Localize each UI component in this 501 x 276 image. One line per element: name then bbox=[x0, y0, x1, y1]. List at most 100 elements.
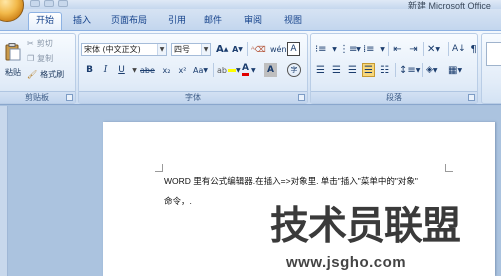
highlight-button[interactable]: ab ▼ bbox=[216, 63, 242, 77]
line-spacing-icon: ↕≡ bbox=[399, 64, 416, 76]
shading-button[interactable]: ◈ ▼ bbox=[425, 63, 439, 77]
chevron-down-icon: ▼ bbox=[201, 44, 210, 55]
bullets-button[interactable]: ⁝≡ bbox=[314, 42, 328, 56]
chinese-layout-button[interactable]: ✕ ▼ bbox=[426, 42, 441, 56]
vertical-ruler bbox=[0, 106, 8, 276]
copy-button[interactable]: ❐ 复制 bbox=[27, 52, 53, 65]
bold-button[interactable]: B bbox=[83, 63, 96, 77]
divider bbox=[422, 63, 423, 77]
document-page[interactable]: WORD 里有公式编辑器.在插入=>对象里. 单击"插入"菜单中的"对象" 命令… bbox=[103, 122, 495, 276]
bullet-list-icon: ⁝≡ bbox=[315, 43, 327, 55]
chevron-down-icon: ▼ bbox=[380, 45, 385, 53]
watermark-url: www.jsgho.com bbox=[286, 254, 407, 271]
justify-icon: ☰ bbox=[364, 64, 373, 76]
brush-icon: 🖌 bbox=[27, 70, 38, 79]
increase-indent-icon: ⇥ bbox=[409, 43, 418, 55]
pilcrow-icon: ¶ bbox=[470, 43, 477, 55]
distributed-button[interactable]: ☷ bbox=[378, 63, 391, 77]
phonetic-guide-icon: wén bbox=[270, 44, 287, 54]
subscript-button[interactable]: x₂ bbox=[160, 63, 173, 77]
font-name-select[interactable]: 宋体 (中文正文) ▼ bbox=[81, 43, 167, 56]
underline-icon: U bbox=[118, 65, 125, 75]
justify-button[interactable]: ☰ bbox=[362, 63, 375, 77]
chevron-down-icon: ▼ bbox=[132, 66, 137, 74]
tab-page-layout[interactable]: 页面布局 bbox=[104, 13, 154, 30]
format-painter-label: 格式刷 bbox=[40, 70, 65, 79]
watermark-text: 技术员联盟 bbox=[270, 204, 461, 249]
grow-font-button[interactable]: A ▲ bbox=[215, 42, 229, 56]
multilevel-list-icon: ⁞≡ bbox=[363, 43, 375, 55]
change-case-button[interactable]: Aa ▼ bbox=[192, 63, 209, 77]
chevron-down-icon: ▼ bbox=[157, 44, 166, 55]
divider bbox=[423, 42, 424, 56]
eraser-icon: ᴬ⌫ bbox=[251, 44, 266, 54]
increase-indent-button[interactable]: ⇥ bbox=[407, 42, 420, 56]
divider bbox=[388, 42, 389, 56]
enclose-char-icon: 字 bbox=[290, 66, 298, 74]
chinese-layout-icon: ✕ bbox=[427, 43, 436, 55]
borders-button[interactable]: ▦ ▼ bbox=[447, 63, 463, 77]
copy-label: 复制 bbox=[37, 54, 54, 63]
show-marks-button[interactable]: ¶ bbox=[467, 42, 480, 56]
enclose-char-button[interactable]: 字 bbox=[287, 63, 301, 77]
align-left-icon: ☰ bbox=[316, 64, 325, 76]
tab-insert[interactable]: 插入 bbox=[68, 13, 96, 30]
tab-home[interactable]: 开始 bbox=[28, 12, 62, 30]
margin-mark-top-right bbox=[445, 164, 453, 172]
font-group-label: 字体 bbox=[79, 91, 307, 103]
grow-font-icon: A bbox=[216, 43, 224, 55]
font-name-value: 宋体 (中文正文) bbox=[84, 45, 141, 54]
redo-icon[interactable] bbox=[58, 0, 68, 7]
paragraph-launcher-icon[interactable] bbox=[468, 94, 475, 101]
borders-icon: ▦ bbox=[448, 64, 458, 76]
strikethrough-icon: abe bbox=[140, 65, 155, 75]
sort-icon: A↓ bbox=[452, 44, 466, 54]
tab-references[interactable]: 引用 bbox=[162, 13, 192, 30]
title-bar: 新建 Microsoft Office bbox=[0, 0, 501, 11]
italic-button[interactable]: I bbox=[99, 63, 112, 77]
char-shading-button[interactable]: A bbox=[264, 63, 277, 77]
copy-icon: ❐ bbox=[27, 54, 35, 63]
clipboard-group-label: 剪贴板 bbox=[0, 91, 75, 103]
align-center-icon: ☰ bbox=[332, 64, 341, 76]
line-spacing-button[interactable]: ↕≡ ▼ bbox=[398, 63, 421, 77]
document-text-line-1: WORD 里有公式编辑器.在插入=>对象里. 单击"插入"菜单中的"对象" bbox=[164, 176, 418, 186]
format-painter-button[interactable]: 🖌 格式刷 bbox=[27, 68, 64, 81]
clipboard-launcher-icon[interactable] bbox=[66, 94, 73, 101]
strikethrough-button[interactable]: abe bbox=[139, 63, 156, 77]
ribbon-tabs: 开始 插入 页面布局 引用 邮件 审阅 视图 bbox=[0, 9, 501, 30]
font-size-select[interactable]: 四号 ▼ bbox=[171, 43, 211, 56]
paste-button[interactable]: 粘贴 bbox=[3, 37, 23, 83]
save-icon[interactable] bbox=[30, 0, 40, 7]
font-color-button[interactable]: A ▼ bbox=[241, 63, 257, 77]
cut-button[interactable]: ✂ 剪切 bbox=[27, 37, 53, 50]
underline-button[interactable]: U bbox=[115, 63, 128, 77]
cut-label: 剪切 bbox=[36, 39, 53, 48]
multilevel-list-button[interactable]: ⁞≡ bbox=[362, 42, 376, 56]
shrink-font-button[interactable]: A ▼ bbox=[231, 42, 244, 56]
align-left-button[interactable]: ☰ bbox=[314, 63, 327, 77]
font-launcher-icon[interactable] bbox=[298, 94, 305, 101]
char-border-button[interactable]: A bbox=[287, 42, 300, 56]
sort-button[interactable]: A↓ bbox=[451, 42, 467, 56]
undo-icon[interactable] bbox=[44, 0, 54, 7]
style-gallery-item[interactable] bbox=[486, 42, 501, 66]
bold-icon: B bbox=[86, 65, 93, 75]
scissors-icon: ✂ bbox=[27, 39, 34, 48]
highlighter-icon: ab bbox=[217, 65, 227, 75]
align-right-button[interactable]: ☰ bbox=[346, 63, 359, 77]
divider bbox=[213, 63, 214, 77]
margin-mark-top-left bbox=[155, 164, 163, 172]
tab-mailings[interactable]: 邮件 bbox=[198, 13, 228, 30]
change-case-icon: Aa bbox=[193, 65, 204, 75]
tab-view[interactable]: 视图 bbox=[278, 13, 308, 30]
font-color-icon: A bbox=[242, 64, 249, 76]
divider bbox=[395, 63, 396, 77]
paragraph-group-label: 段落 bbox=[311, 91, 477, 103]
align-center-button[interactable]: ☰ bbox=[330, 63, 343, 77]
superscript-button[interactable]: x² bbox=[176, 63, 189, 77]
clear-format-button[interactable]: ᴬ⌫ bbox=[250, 42, 267, 56]
decrease-indent-button[interactable]: ⇤ bbox=[391, 42, 404, 56]
phonetic-guide-button[interactable]: wén bbox=[269, 42, 288, 56]
tab-review[interactable]: 审阅 bbox=[238, 13, 268, 30]
